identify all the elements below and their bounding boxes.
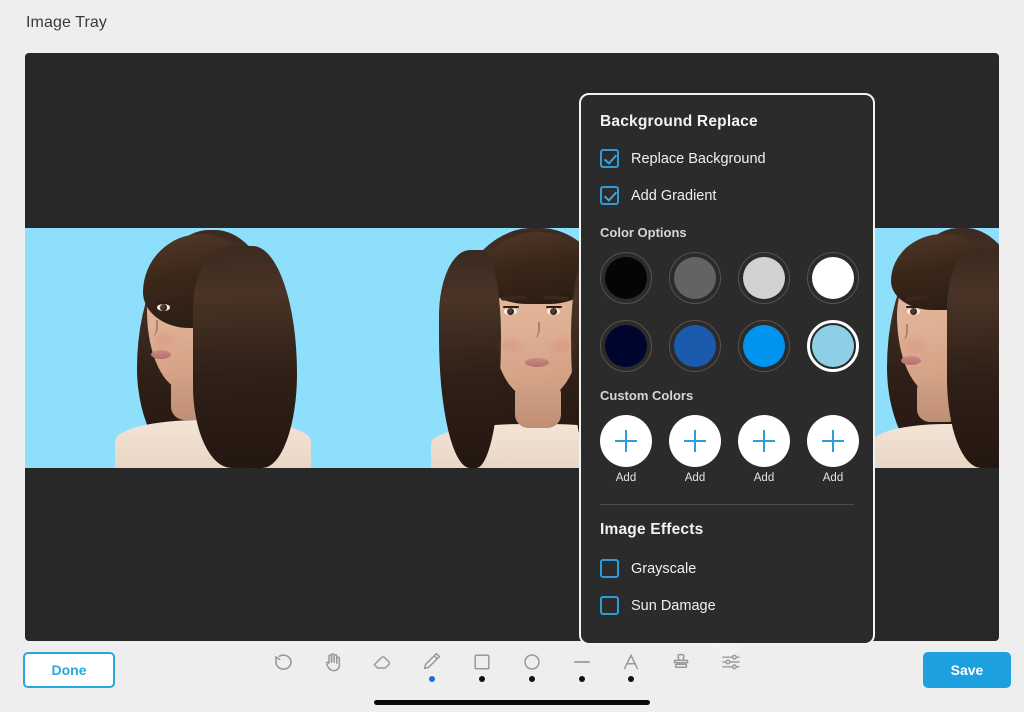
replace-background-checkbox-box[interactable] [600,149,619,168]
save-button[interactable]: Save [923,652,1011,688]
color-swatch-light-gray[interactable] [738,252,790,304]
done-button[interactable]: Done [23,652,115,688]
stamp-tool[interactable] [660,645,702,691]
pencil-icon [420,650,444,674]
add-gradient-label: Add Gradient [631,187,717,204]
custom-add-label: Add [684,472,706,484]
line-icon [570,650,594,674]
text-tool[interactable] [610,645,652,691]
eraser-tool[interactable] [362,645,404,691]
swatch-fill [605,325,647,367]
replace-background-label: Replace Background [631,150,766,167]
color-swatch-navy[interactable] [600,320,652,372]
color-swatch-black[interactable] [600,252,652,304]
custom-add-label: Add [822,472,844,484]
eraser-icon [371,650,395,674]
swatch-fill [743,257,785,299]
circle-dot [528,676,535,682]
color-swatch-light-blue[interactable] [807,320,859,372]
custom-add-label: Add [615,472,637,484]
custom-add-label: Add [753,472,775,484]
add-gradient-checkbox-box[interactable] [600,186,619,205]
text-icon [619,650,643,674]
sun-damage-label: Sun Damage [631,597,716,614]
grayscale-checkbox-box[interactable] [600,559,619,578]
swatch-fill [605,257,647,299]
swatch-fill [812,257,854,299]
color-swatch-gray[interactable] [669,252,721,304]
settings-sliders-icon [719,650,743,674]
plus-icon [669,415,721,467]
color-options-heading: Color Options [600,225,687,240]
undo-icon [271,650,295,674]
hand-icon [321,650,345,674]
app-root: Image Tray Background Replace Replace Ba… [0,0,1024,712]
image-effects-heading: Image Effects [600,521,704,538]
sun-damage-checkbox-box[interactable] [600,596,619,615]
checkbox-add-gradient[interactable]: Add Gradient [600,186,854,205]
hand-tool[interactable] [312,645,354,691]
custom-color-add-1[interactable]: Add [600,415,652,485]
circle-icon [520,650,544,674]
custom-colors-heading: Custom Colors [600,388,694,403]
plus-icon [807,415,859,467]
custom-color-add-2[interactable]: Add [669,415,721,485]
page-title: Image Tray [26,14,108,31]
checkbox-sun-damage[interactable]: Sun Damage [600,596,854,615]
checkbox-replace-background[interactable]: Replace Background [600,149,854,168]
home-indicator [374,700,650,705]
portrait-left [97,228,327,468]
stamp-icon [669,650,693,674]
custom-colors-row: Add Add Add Add [600,415,859,485]
plus-icon [600,415,652,467]
tool-list [262,645,752,695]
color-options-row-1 [600,252,859,304]
swatch-fill [674,325,716,367]
background-replace-panel: Background Replace Replace Background Ad… [579,93,875,645]
swatch-fill [812,325,854,367]
custom-color-add-3[interactable]: Add [738,415,790,485]
swatch-fill [674,257,716,299]
checkbox-grayscale[interactable]: Grayscale [600,559,854,578]
undo-tool[interactable] [262,645,304,691]
panel-title: Background Replace [600,113,758,130]
square-icon [470,650,494,674]
portrait-right-partial [871,228,999,468]
circle-tool[interactable] [511,645,553,691]
line-tool[interactable] [561,645,603,691]
color-swatch-bright-blue[interactable] [738,320,790,372]
pencil-tool[interactable] [411,645,453,691]
text-dot [628,676,635,682]
plus-icon [738,415,790,467]
color-options-row-2 [600,320,859,372]
custom-color-add-4[interactable]: Add [807,415,859,485]
swatch-fill [743,325,785,367]
square-tool[interactable] [461,645,503,691]
color-swatch-medium-blue[interactable] [669,320,721,372]
bottom-toolbar: Done Save [0,645,1024,695]
grayscale-label: Grayscale [631,560,697,577]
panel-divider [600,504,854,505]
color-swatch-white[interactable] [807,252,859,304]
pencil-active-dot [429,676,436,682]
settings-tool[interactable] [710,645,752,691]
line-dot [578,676,585,682]
square-dot [479,676,486,682]
